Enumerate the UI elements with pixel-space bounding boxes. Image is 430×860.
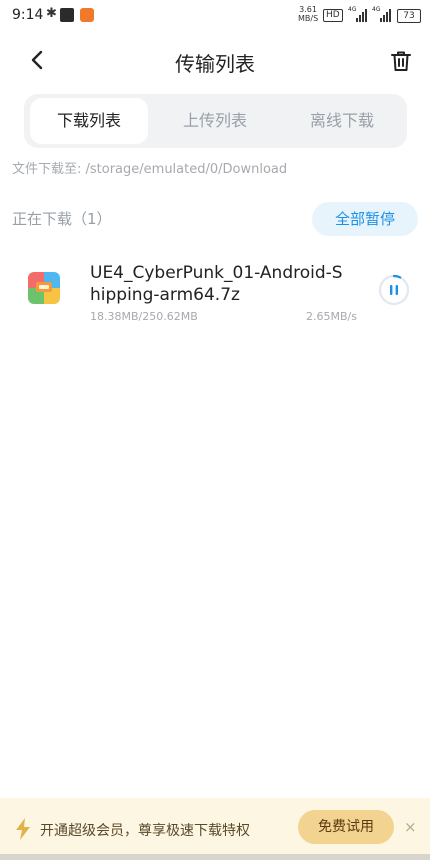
pause-download-button[interactable] xyxy=(378,274,410,306)
free-trial-button[interactable]: 免费试用 xyxy=(298,810,394,844)
file-download-speed: 2.65MB/s xyxy=(306,310,357,323)
notification-app-icon xyxy=(60,8,74,22)
tab-download-list[interactable]: 下载列表 xyxy=(30,98,148,144)
network-speed-unit: MB/S xyxy=(298,14,319,23)
vip-promo-text: 开通超级会员，尊享极速下载特权 xyxy=(40,823,250,839)
downloading-section-label: 正在下载（1） xyxy=(12,210,112,228)
close-icon[interactable]: × xyxy=(404,818,417,836)
hd-icon: HD xyxy=(323,9,343,22)
system-nav-bar xyxy=(0,854,430,860)
trash-icon xyxy=(391,51,411,71)
file-progress-size: 18.38MB/250.62MB xyxy=(90,310,198,323)
vip-promo-banner: 开通超级会员，尊享极速下载特权 免费试用 × xyxy=(0,798,430,860)
status-time: 9:14 xyxy=(12,7,44,23)
download-item[interactable]: UE4_CyberPunk_01-Android-Shipping-arm64.… xyxy=(0,254,430,330)
network-speed: 3.61 MB/S xyxy=(298,5,318,23)
delete-button[interactable] xyxy=(388,48,414,74)
pause-all-button[interactable]: 全部暂停 xyxy=(312,202,418,236)
status-bar: 9:14 ✱ 3.61 MB/S HD 4G 4G 73 xyxy=(0,0,430,30)
transfer-tabs: 下载列表 上传列表 离线下载 xyxy=(24,94,407,148)
page-title: 传输列表 xyxy=(175,52,255,76)
tab-upload-list[interactable]: 上传列表 xyxy=(156,98,274,144)
bluetooth-icon: ✱ xyxy=(46,6,57,21)
download-save-path: 文件下载至: /storage/emulated/0/Download xyxy=(12,162,288,177)
network-speed-value: 3.61 xyxy=(299,5,317,14)
header: 传输列表 xyxy=(0,38,430,84)
pause-icon xyxy=(378,274,410,306)
archive-file-icon xyxy=(28,272,60,304)
signal-icon: 4G xyxy=(348,6,368,22)
notification-app-icon-orange xyxy=(80,8,94,22)
tab-offline-download[interactable]: 离线下载 xyxy=(283,98,401,144)
file-name: UE4_CyberPunk_01-Android-Shipping-arm64.… xyxy=(90,263,343,305)
lightning-icon xyxy=(16,818,30,840)
battery-icon: 73 xyxy=(397,9,421,23)
signal-icon-2: 4G xyxy=(372,6,392,22)
